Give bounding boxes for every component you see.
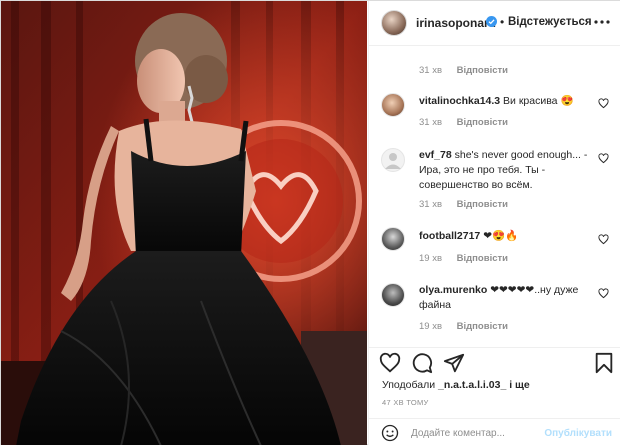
add-comment-row: Опублікувати	[369, 418, 620, 445]
liked-by-prefix: Уподобали	[382, 379, 436, 391]
post-timestamp[interactable]: 47 ХВ ТОМУ	[382, 398, 429, 407]
comment-body: evf_78 she's never good enough... - Ира,…	[419, 148, 594, 193]
post-modal: irinasoponaru • Відстежується 31 хв Відп…	[0, 0, 620, 445]
comment-time: 31 хв	[419, 199, 443, 210]
follow-status-button[interactable]: Відстежується	[508, 16, 592, 28]
commenter-avatar[interactable]	[381, 148, 405, 172]
post-photo-image	[1, 1, 367, 445]
commenter-username[interactable]: olya.murenko	[419, 284, 487, 296]
save-bookmark-icon[interactable]	[593, 352, 615, 374]
more-options-icon[interactable]	[592, 12, 612, 32]
comment-text: ❤😍🔥	[483, 230, 519, 242]
reply-button[interactable]: Відповісти	[457, 321, 508, 332]
reply-button[interactable]: Відповісти	[457, 117, 508, 128]
commenter-avatar[interactable]	[381, 227, 405, 251]
comment-body: football2717 ❤😍🔥	[419, 229, 594, 244]
author-username[interactable]: irinasoponaru	[416, 16, 496, 30]
post-header: irinasoponaru • Відстежується	[369, 1, 620, 46]
comment-time: 19 хв	[419, 253, 443, 264]
default-avatar-icon	[385, 153, 401, 169]
add-comment-input[interactable]	[411, 424, 561, 442]
comment-time: 31 хв	[419, 65, 443, 76]
comments-list[interactable]: 31 хв Відповісти vitalinochka14.3 Ви кра…	[369, 47, 620, 347]
like-comment-heart-icon[interactable]	[598, 153, 609, 164]
post-sidebar: irinasoponaru • Відстежується 31 хв Відп…	[368, 1, 620, 445]
comment-text: Ви красива 😍	[503, 95, 574, 107]
commenter-username[interactable]: football2717	[419, 230, 480, 242]
liked-by-user[interactable]: _n.a.t.a.l.i.03_	[438, 379, 506, 391]
like-heart-icon[interactable]	[379, 352, 401, 374]
comment-meta: 31 хв Відповісти	[419, 65, 508, 76]
comment-time: 31 хв	[419, 117, 443, 128]
comment-meta: 19 хв Відповісти	[419, 253, 508, 264]
comment-body: olya.murenko ❤❤❤❤❤..ну дуже файна	[419, 283, 594, 313]
liked-by-others[interactable]: і ще	[509, 379, 530, 391]
comment-body: vitalinochka14.3 Ви красива 😍	[419, 94, 599, 109]
commenter-username[interactable]: evf_78	[419, 149, 452, 161]
commenter-avatar[interactable]	[381, 283, 405, 307]
comment-bubble-icon[interactable]	[411, 352, 433, 374]
author-avatar[interactable]	[381, 10, 407, 36]
liked-by-text: Уподобали _n.a.t.a.l.i.03_ і ще	[382, 379, 530, 391]
comment-time: 19 хв	[419, 321, 443, 332]
like-comment-heart-icon[interactable]	[598, 288, 609, 299]
reply-button[interactable]: Відповісти	[457, 253, 508, 264]
like-comment-heart-icon[interactable]	[598, 98, 609, 109]
verified-badge-icon	[486, 16, 497, 27]
reply-button[interactable]: Відповісти	[457, 65, 508, 76]
comment-meta: 19 хв Відповісти	[419, 321, 508, 332]
like-comment-heart-icon[interactable]	[598, 234, 609, 245]
share-paper-plane-icon[interactable]	[443, 352, 465, 374]
reply-button[interactable]: Відповісти	[457, 199, 508, 210]
header-separator: •	[500, 15, 505, 29]
commenter-username[interactable]: vitalinochka14.3	[419, 95, 500, 107]
emoji-smiley-icon[interactable]	[381, 424, 399, 442]
comment-meta: 31 хв Відповісти	[419, 199, 508, 210]
commenter-avatar[interactable]	[381, 93, 405, 117]
comment-meta: 31 хв Відповісти	[419, 117, 508, 128]
post-actions: Уподобали _n.a.t.a.l.i.03_ і ще 47 ХВ ТО…	[369, 347, 620, 445]
publish-button[interactable]: Опублікувати	[544, 428, 612, 439]
post-photo[interactable]	[1, 1, 367, 445]
